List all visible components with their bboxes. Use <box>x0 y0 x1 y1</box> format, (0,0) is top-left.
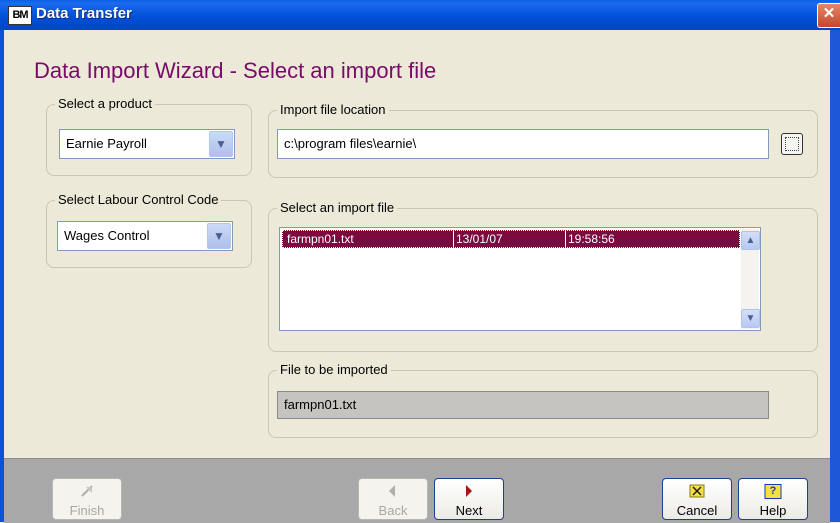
browse-icon[interactable] <box>781 133 803 155</box>
labour-group-label: Select Labour Control Code <box>55 192 222 207</box>
cancel-button-label: Cancel <box>676 503 718 518</box>
finish-button-label: Finish <box>69 503 105 518</box>
finish-button[interactable]: Finish <box>52 478 122 520</box>
title-bar: BM Data Transfer ✕ <box>0 0 840 31</box>
product-select[interactable]: Earnie Payroll ▼ <box>59 129 235 159</box>
back-arrow-icon <box>389 485 395 497</box>
location-input[interactable]: c:\program files\earnie\ <box>277 129 769 159</box>
window-frame-right <box>830 30 840 522</box>
to-import-group-label: File to be imported <box>277 362 391 377</box>
back-button-label: Back <box>378 503 408 518</box>
help-icon: ? <box>764 484 782 499</box>
labour-select[interactable]: Wages Control ▼ <box>57 221 233 251</box>
page-title: Data Import Wizard - Select an import fi… <box>34 58 437 83</box>
scroll-down-icon[interactable]: ▼ <box>741 309 760 328</box>
location-group: Import file location c:\program files\ea… <box>268 102 818 178</box>
location-group-label: Import file location <box>277 102 389 117</box>
to-import-field: farmpn01.txt <box>277 391 769 419</box>
window-title: Data Transfer <box>36 5 132 22</box>
next-button-label: Next <box>455 503 483 518</box>
file-date-cell: 13/01/07 <box>456 232 503 246</box>
cancel-x-icon <box>689 484 705 498</box>
product-select-value: Earnie Payroll <box>66 136 147 151</box>
chevron-down-icon[interactable]: ▼ <box>207 223 231 249</box>
list-item[interactable]: farmpn01.txt 13/01/07 19:58:56 <box>282 230 740 248</box>
file-time-cell: 19:58:56 <box>568 232 615 246</box>
location-input-value: c:\program files\earnie\ <box>284 136 417 151</box>
cancel-button[interactable]: Cancel <box>662 478 732 520</box>
app-icon: BM <box>8 6 32 25</box>
import-list-group-label: Select an import file <box>277 200 398 215</box>
column-separator <box>565 231 566 247</box>
file-name-cell: farmpn01.txt <box>287 232 354 246</box>
close-button[interactable]: ✕ <box>817 3 840 28</box>
import-list-group: Select an import file farmpn01.txt 13/01… <box>268 200 818 352</box>
labour-select-value: Wages Control <box>64 228 150 243</box>
back-button[interactable]: Back <box>358 478 428 520</box>
chevron-down-icon[interactable]: ▼ <box>209 131 233 157</box>
list-scrollbar[interactable]: ▲ ▼ <box>741 229 760 329</box>
help-button[interactable]: ? Help <box>738 478 808 520</box>
finish-flag-icon <box>81 485 93 497</box>
to-import-value: farmpn01.txt <box>284 397 357 412</box>
to-import-group: File to be imported farmpn01.txt <box>268 362 818 438</box>
labour-group: Select Labour Control Code Wages Control… <box>46 192 252 268</box>
import-file-list[interactable]: farmpn01.txt 13/01/07 19:58:56 ▲ ▼ <box>279 227 761 331</box>
help-button-label: Help <box>759 503 787 518</box>
column-separator <box>453 231 454 247</box>
product-group-label: Select a product <box>55 96 155 111</box>
scroll-up-icon[interactable]: ▲ <box>741 231 760 250</box>
next-button[interactable]: Next <box>434 478 504 520</box>
next-arrow-icon <box>466 485 472 497</box>
product-group: Select a product Earnie Payroll ▼ <box>46 96 252 176</box>
